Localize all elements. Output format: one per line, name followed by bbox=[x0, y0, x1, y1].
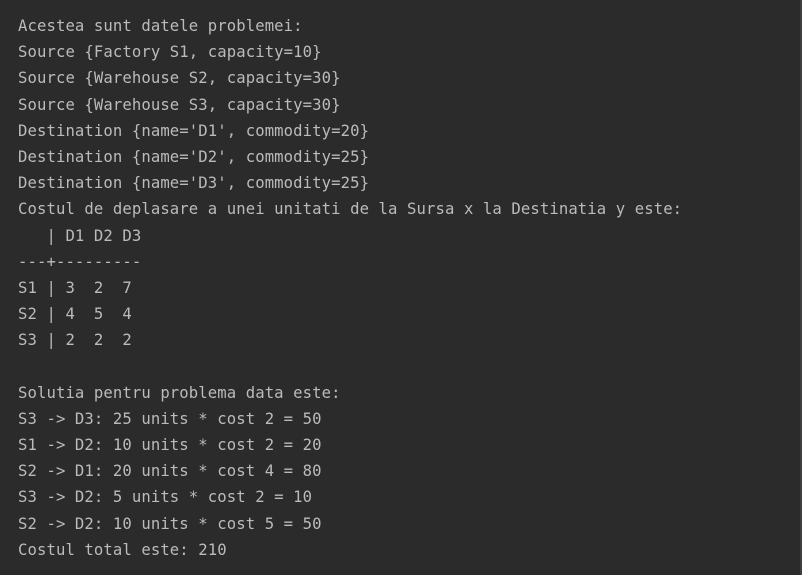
solution-heading-line: Solutia pentru problema data este: bbox=[18, 383, 341, 402]
total-cost-line: Costul total este: 210 bbox=[18, 540, 227, 559]
source-line-s1: Source {Factory S1, capacity=10} bbox=[18, 43, 322, 62]
header-line: Acestea sunt datele problemei: bbox=[18, 17, 303, 35]
destination-line-d1: Destination {name='D1', commodity=20} bbox=[18, 121, 370, 140]
destination-line-d3: Destination {name='D3', commodity=25} bbox=[18, 174, 370, 193]
source-line-s2: Source {Warehouse S2, capacity=30} bbox=[18, 69, 341, 88]
cost-table-header: | D1 D2 D3 bbox=[18, 226, 142, 245]
cost-table-row-s2: S2 | 4 5 4 bbox=[18, 305, 132, 324]
cost-table-row-s3: S3 | 2 2 2 bbox=[18, 331, 132, 350]
destination-line-d2: Destination {name='D2', commodity=25} bbox=[18, 147, 370, 166]
cost-heading-line: Costul de deplasare a unei unitati de la… bbox=[18, 200, 683, 219]
solution-line: S1 -> D2: 10 units * cost 2 = 20 bbox=[18, 436, 322, 454]
solution-line: S3 -> D2: 5 units * cost 2 = 10 bbox=[18, 488, 313, 507]
console-output[interactable]: Acestea sunt datele problemei: Source {F… bbox=[0, 0, 802, 575]
source-line-s3: Source {Warehouse S3, capacity=30} bbox=[18, 95, 341, 114]
solution-line: S2 -> D2: 10 units * cost 5 = 50 bbox=[18, 514, 322, 533]
solution-line: S3 -> D3: 25 units * cost 2 = 50 bbox=[18, 409, 322, 428]
cost-table-separator: ---+--------- bbox=[18, 252, 142, 271]
solution-line: S2 -> D1: 20 units * cost 4 = 80 bbox=[18, 462, 322, 481]
cost-table-row-s1: S1 | 3 2 7 bbox=[18, 278, 132, 297]
